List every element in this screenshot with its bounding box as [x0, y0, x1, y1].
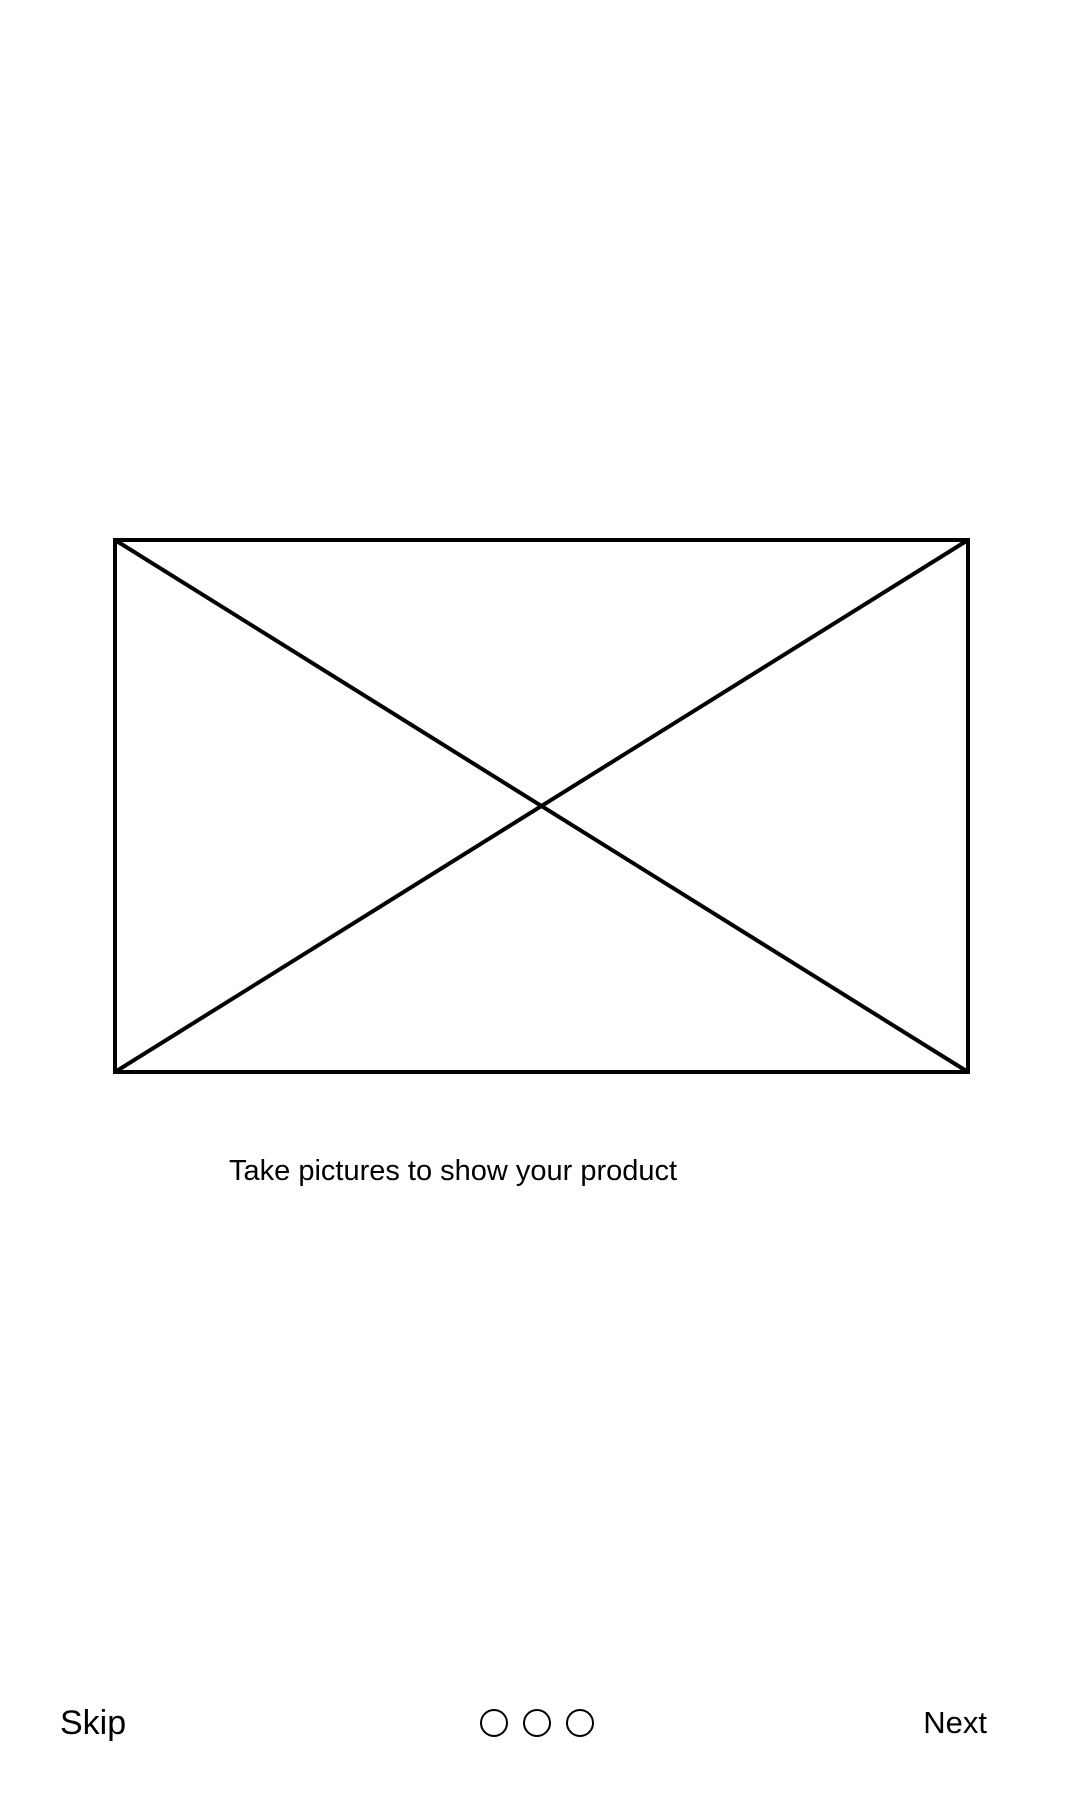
onboarding-caption: Take pictures to show your product: [229, 1155, 678, 1187]
skip-button[interactable]: Skip: [60, 1703, 126, 1743]
page-indicator: [480, 1709, 594, 1737]
image-placeholder-graphic: [113, 538, 970, 1074]
onboarding-footer: Skip Next: [0, 1695, 1080, 1755]
onboarding-screen: Take pictures to show your product Skip …: [0, 0, 1080, 1800]
next-button[interactable]: Next: [923, 1703, 987, 1743]
page-dot-1[interactable]: [480, 1709, 508, 1737]
page-dot-2[interactable]: [523, 1709, 551, 1737]
image-placeholder-icon: [113, 538, 970, 1074]
page-dot-3[interactable]: [566, 1709, 594, 1737]
